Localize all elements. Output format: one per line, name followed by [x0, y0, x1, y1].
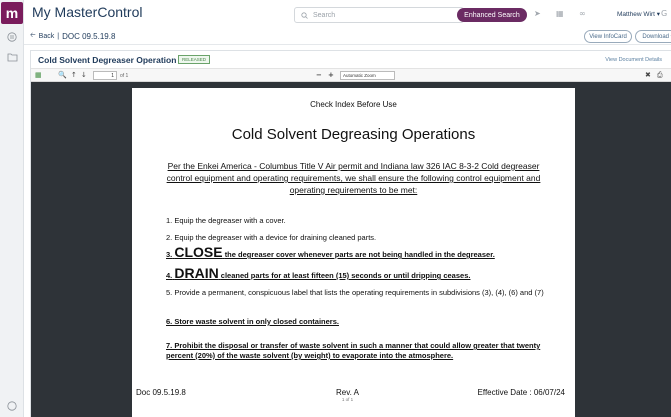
- requirement-4: 4. DRAIN cleaned parts for at least fift…: [166, 265, 546, 281]
- document-title-row: Cold Solvent Degreaser Operation RELEASE…: [31, 51, 671, 68]
- back-link[interactable]: 🡠 Back | DOC 09.5.19.8: [30, 31, 115, 42]
- document-title: Cold Solvent Degreaser Operation: [38, 55, 177, 65]
- document-panel: Cold Solvent Degreaser Operation RELEASE…: [30, 50, 671, 417]
- requirement-3-keyword: CLOSE: [174, 244, 223, 260]
- print-icon[interactable]: ⎙: [657, 71, 663, 80]
- search-placeholder: Search: [313, 11, 336, 19]
- footer-revision: Rev. A 1 of 1: [336, 388, 359, 402]
- app-title[interactable]: My MasterControl: [32, 4, 142, 20]
- requirement-5: 5. Provide a permanent, conspicuous labe…: [166, 288, 544, 297]
- page-intro: Per the Enkei America - Columbus Title V…: [166, 161, 541, 195]
- status-badge: RELEASED: [178, 55, 211, 64]
- arrow-left-icon: 🡠: [30, 32, 36, 39]
- menu-icon[interactable]: [6, 31, 18, 43]
- user-menu[interactable]: Matthew Wirt ▾: [617, 10, 660, 18]
- enhanced-search-button[interactable]: Enhanced Search: [457, 8, 527, 22]
- page-title: Cold Solvent Degreasing Operations: [231, 126, 476, 143]
- pdf-toolbar: ▦ 🔍 ↑ ↓ 1 of 1 − + Automatic Zoom ✖ ⎙: [31, 68, 671, 82]
- help-icon[interactable]: [6, 400, 18, 412]
- view-document-details-link[interactable]: View Document Details: [605, 57, 662, 63]
- zoom-select[interactable]: Automatic Zoom: [340, 71, 395, 80]
- next-page-icon[interactable]: ↓: [81, 71, 87, 79]
- link-icon[interactable]: ∞: [579, 9, 586, 18]
- page-top-note: Check Index Before Use: [310, 100, 397, 109]
- requirement-4-number: 4.: [166, 271, 173, 280]
- sidebar-toggle-icon[interactable]: ▦: [35, 71, 42, 79]
- footer-revision-label: Rev. A: [336, 388, 359, 397]
- download-button[interactable]: Download ▾: [635, 30, 671, 43]
- calendar-icon[interactable]: ▦: [556, 9, 564, 18]
- search-input[interactable]: Search: [294, 7, 464, 23]
- search-icon: [301, 11, 308, 19]
- send-icon[interactable]: ➤: [534, 9, 541, 18]
- zoom-out-icon[interactable]: −: [316, 71, 322, 79]
- page-count: of 1: [120, 73, 129, 79]
- requirement-4-text: cleaned parts for at least fifteen (15) …: [220, 271, 471, 280]
- previous-page-icon[interactable]: ↑: [71, 71, 77, 79]
- requirement-4-keyword: DRAIN: [174, 265, 219, 281]
- requirement-2: 2. Equip the degreaser with a device for…: [166, 233, 377, 242]
- footer-page-count: 1 of 1: [341, 397, 354, 402]
- requirement-3-number: 3.: [166, 250, 173, 259]
- top-header: My MasterControl Search Enhanced Search …: [24, 0, 671, 28]
- doc-number: DOC 09.5.19.8: [62, 32, 116, 41]
- mastercontrol-logo[interactable]: m: [1, 2, 23, 24]
- back-label: Back: [38, 33, 55, 40]
- fullscreen-icon[interactable]: ✖: [645, 71, 651, 79]
- view-infocard-button[interactable]: View InfoCard: [584, 30, 632, 43]
- g-icon[interactable]: G: [661, 9, 667, 18]
- requirement-3-text: the degreaser cover whenever parts are n…: [224, 250, 495, 259]
- footer-effective-date: Effective Date : 06/07/24: [477, 388, 565, 397]
- zoom-in-icon[interactable]: +: [328, 71, 334, 79]
- find-icon[interactable]: 🔍: [58, 71, 67, 79]
- pdf-page: Check Index Before Use Cold Solvent Degr…: [132, 88, 575, 417]
- sub-header: 🡠 Back | DOC 09.5.19.8 View InfoCard Dow…: [24, 28, 671, 45]
- requirement-6: 6. Store waste solvent in only closed co…: [166, 317, 339, 326]
- requirement-7: 7. Prohibit the disposal or transfer of …: [166, 341, 541, 360]
- left-rail: m: [0, 0, 24, 417]
- footer-doc-number: Doc 09.5.19.8: [136, 388, 186, 397]
- folder-icon[interactable]: [6, 51, 18, 63]
- requirement-3: 3. CLOSE the degreaser cover whenever pa…: [166, 244, 546, 260]
- pdf-viewer[interactable]: Check Index Before Use Cold Solvent Degr…: [31, 82, 671, 417]
- separator: |: [57, 33, 60, 40]
- page-number-input[interactable]: 1: [93, 71, 117, 80]
- requirement-1: 1. Equip the degreaser with a cover.: [166, 216, 286, 225]
